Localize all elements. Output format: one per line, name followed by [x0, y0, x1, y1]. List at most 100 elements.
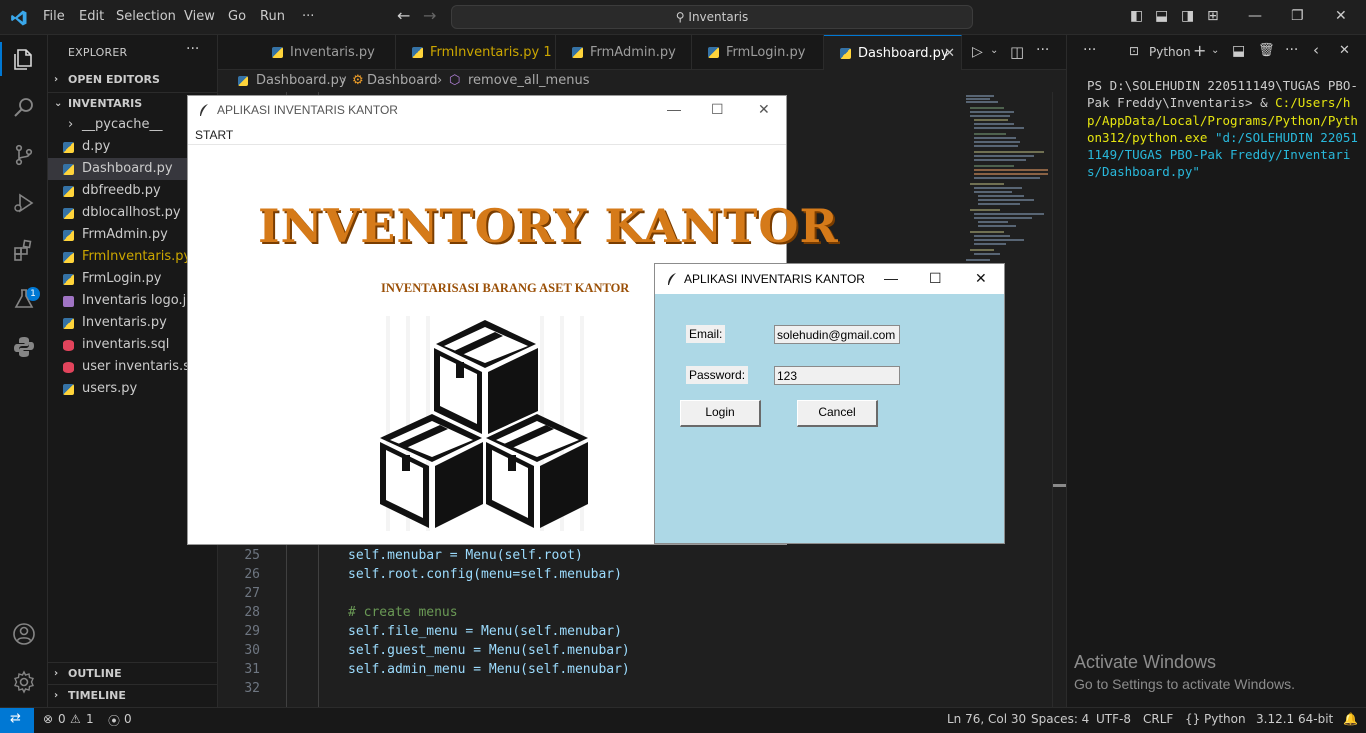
indentation[interactable]: Spaces: 4	[1031, 712, 1089, 726]
menu-more[interactable]: ···	[302, 9, 314, 24]
chevron-down-icon[interactable]: ⌄	[1211, 45, 1219, 56]
close-tab-icon[interactable]: ✕	[944, 36, 955, 71]
close-panel-icon[interactable]: ✕	[1339, 43, 1350, 58]
vertical-scrollbar[interactable]	[1052, 92, 1067, 707]
settings-gear-icon[interactable]	[12, 670, 36, 694]
login-button[interactable]: Login	[680, 400, 761, 427]
error-count[interactable]: 0	[58, 712, 66, 726]
menu-run[interactable]: Run	[260, 9, 285, 24]
terminal-output[interactable]: PS D:\SOLEHUDIN 220511149\TUGAS PBO-Pak …	[1087, 77, 1359, 181]
maximize-icon[interactable]: ☐	[711, 101, 724, 118]
tab-dashboard-py[interactable]: Dashboard.py ✕	[824, 35, 962, 70]
extensions-icon[interactable]	[12, 239, 36, 263]
minimize-icon[interactable]: —	[884, 270, 898, 286]
search-icon[interactable]	[12, 95, 36, 119]
encoding[interactable]: UTF-8	[1096, 712, 1131, 726]
email-field[interactable]: solehudin@gmail.com	[774, 325, 900, 344]
split-editor-icon[interactable]: ◫	[1010, 43, 1024, 61]
outline-section[interactable]: › OUTLINE	[48, 662, 217, 684]
python-file-icon	[840, 48, 851, 59]
start-menu[interactable]: START	[195, 128, 233, 142]
close-icon[interactable]: ✕	[758, 101, 770, 118]
language-mode[interactable]: Python	[1204, 712, 1246, 726]
python-file-icon	[63, 142, 74, 153]
errors-icon[interactable]: ⊗	[43, 712, 53, 726]
open-editors-section[interactable]: › OPEN EDITORS	[48, 69, 217, 91]
login-window-titlebar[interactable]: APLIKASI INVENTARIS KANTOR — ☐ ✕	[655, 264, 1004, 294]
restore-icon[interactable]: ❐	[1291, 8, 1304, 24]
trash-icon[interactable]: 🗑	[1258, 43, 1275, 58]
warning-icon[interactable]: ⚠	[70, 712, 81, 726]
activity-bar: 1	[0, 35, 48, 707]
tab-label: Dashboard.py	[858, 46, 949, 61]
ports-count[interactable]: 0	[124, 712, 132, 726]
breadcrumb-method[interactable]: remove_all_menus	[468, 70, 589, 92]
end-of-line[interactable]: CRLF	[1143, 712, 1173, 726]
menu-selection[interactable]: Selection	[116, 9, 176, 24]
python-icon[interactable]	[12, 335, 36, 359]
more-actions-icon[interactable]: ···	[186, 41, 199, 57]
breadcrumb-file[interactable]: Dashboard.py	[256, 70, 347, 92]
image-file-icon	[63, 296, 74, 307]
remote-indicator[interactable]: ⇄	[0, 708, 34, 733]
menu-edit[interactable]: Edit	[79, 9, 104, 24]
maximize-icon[interactable]: ☐	[929, 270, 942, 287]
toggle-secondary-sidebar-icon[interactable]: ◨	[1181, 8, 1194, 24]
chevron-down-icon[interactable]: ⌄	[990, 45, 998, 56]
close-icon[interactable]: ✕	[1335, 8, 1347, 24]
tab-inventaris-py[interactable]: Inventaris.py	[256, 35, 396, 70]
tab-frmlogin-py[interactable]: FrmLogin.py	[692, 35, 824, 70]
explorer-icon[interactable]	[12, 47, 36, 71]
file-label: users.py	[82, 381, 138, 396]
terminal-toolbar: ··· ⊡ Python + ⌄ ⬓ 🗑 ··· ‹ ✕	[1067, 35, 1366, 70]
source-control-icon[interactable]	[12, 143, 36, 167]
accounts-icon[interactable]	[12, 622, 36, 646]
tab-label: Inventaris.py	[290, 45, 375, 60]
scrollbar-thumb[interactable]	[1053, 484, 1067, 487]
cancel-button[interactable]: Cancel	[797, 400, 878, 427]
forward-arrow-icon[interactable]: →	[423, 6, 436, 25]
line-number: 32	[244, 681, 260, 696]
menu-view[interactable]: View	[184, 9, 215, 24]
tab-frmadmin-py[interactable]: FrmAdmin.py	[556, 35, 692, 70]
python-interpreter[interactable]: 3.12.1 64-bit	[1256, 712, 1333, 726]
file-label: dbfreedb.py	[82, 183, 161, 198]
method-icon: ⬡	[449, 73, 461, 88]
python-file-icon	[63, 164, 74, 175]
more-actions-icon[interactable]: ···	[1083, 42, 1096, 58]
toggle-sidebar-icon[interactable]: ◧	[1130, 8, 1143, 24]
line-number: 28	[244, 605, 260, 620]
split-terminal-icon[interactable]: ⬓	[1232, 43, 1245, 59]
breadcrumb-class[interactable]: Dashboard	[367, 70, 438, 92]
terminal-tab-label[interactable]: Python	[1149, 45, 1191, 59]
minimap[interactable]	[964, 92, 1052, 272]
minimize-icon[interactable]: —	[667, 101, 681, 117]
close-icon[interactable]: ✕	[975, 270, 987, 287]
minimize-icon[interactable]: —	[1248, 8, 1262, 24]
python-file-icon	[63, 252, 74, 263]
code-line: self.file_menu = Menu(self.menubar)	[348, 624, 622, 639]
tab-frminventaris-py[interactable]: FrmInventaris.py 1	[396, 35, 556, 70]
toggle-panel-icon[interactable]: ⬓	[1155, 8, 1168, 24]
timeline-section[interactable]: › TIMELINE	[48, 684, 217, 706]
password-field[interactable]: 123	[774, 366, 900, 385]
run-debug-icon[interactable]	[12, 191, 36, 215]
run-python-file-icon[interactable]: ▷	[972, 44, 983, 60]
menu-file[interactable]: File	[43, 9, 65, 24]
testing-flask-icon[interactable]	[12, 287, 36, 311]
back-arrow-icon[interactable]: ←	[397, 6, 410, 25]
tab-label: FrmAdmin.py	[590, 45, 676, 60]
cursor-position[interactable]: Ln 76, Col 30	[947, 712, 1026, 726]
dashboard-window-titlebar[interactable]: APLIKASI INVENTARIS KANTOR — ☐ ✕	[188, 96, 786, 124]
more-actions-icon[interactable]: ···	[1036, 42, 1049, 58]
more-actions-icon[interactable]: ···	[1285, 42, 1298, 58]
notifications-bell-icon[interactable]: 🔔	[1343, 712, 1358, 726]
command-center-search[interactable]: ⚲ Inventaris	[451, 5, 973, 29]
warning-count[interactable]: 1	[86, 712, 94, 726]
customize-layout-icon[interactable]: ⊞	[1207, 8, 1219, 24]
new-terminal-icon[interactable]: +	[1193, 41, 1206, 60]
line-number: 30	[244, 643, 260, 658]
chevron-left-icon[interactable]: ‹	[1313, 41, 1319, 59]
ports-icon[interactable]: ⦿	[108, 712, 120, 729]
menu-go[interactable]: Go	[228, 9, 246, 24]
